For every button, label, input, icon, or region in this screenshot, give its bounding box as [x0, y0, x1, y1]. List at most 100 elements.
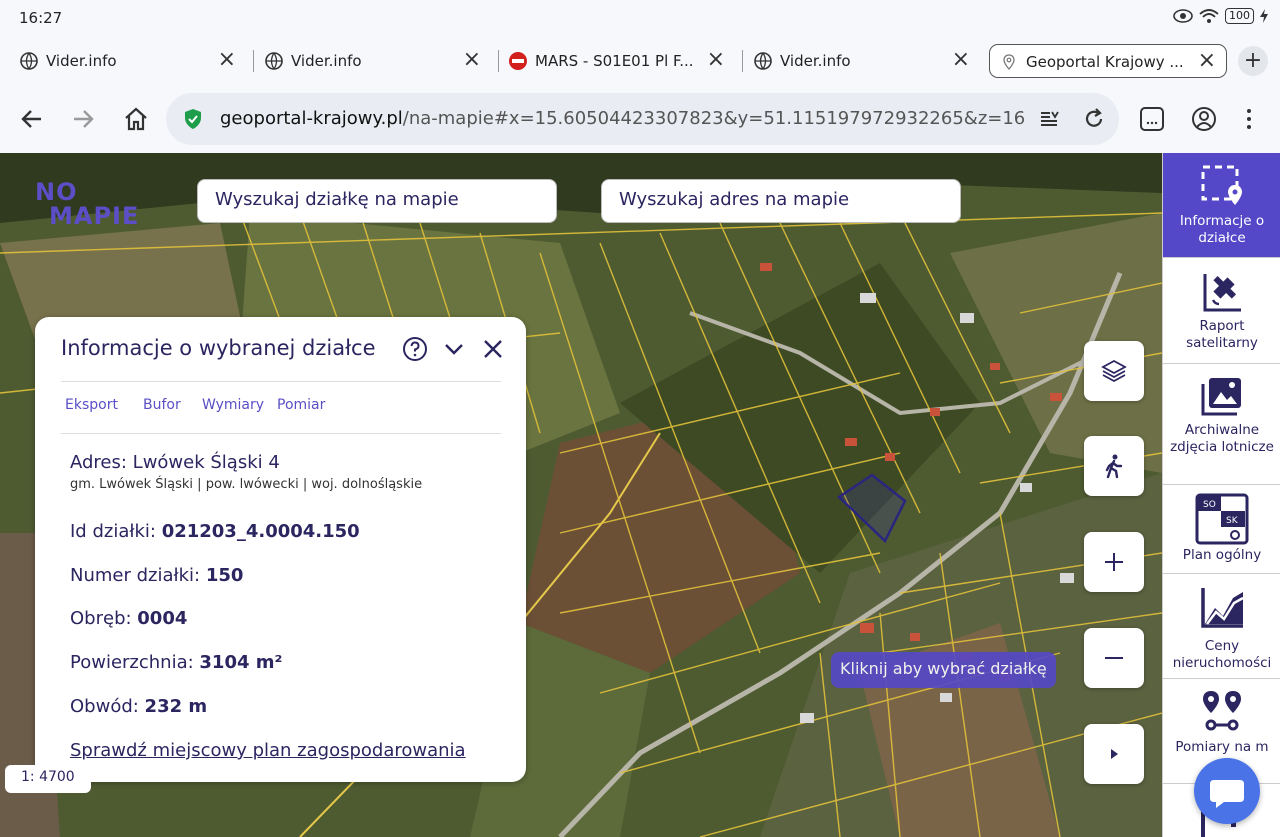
map-canvas[interactable]: NO MAPIE Wyszukaj działkę na mapie Wyszu… [0, 153, 1162, 837]
row-value: 0004 [137, 608, 188, 629]
tab-export[interactable]: Eksport [65, 397, 118, 413]
play-triangle-icon [1111, 749, 1118, 759]
tab-buffer[interactable]: Bufor [143, 397, 181, 413]
sidebar-item-aerial-photos[interactable]: Archiwalne zdjęcia lotnicze [1163, 364, 1280, 485]
status-bar: 16:27 100 [0, 0, 1280, 36]
system-icons: 100 [1173, 8, 1268, 24]
area-row: Powierzchnia: 3104 m² [70, 652, 282, 673]
close-icon[interactable]: × [218, 49, 236, 71]
sidebar-item-plot-info[interactable]: Informacje o działce [1163, 153, 1280, 258]
plot-address: Adres: Lwówek Śląski 4 [70, 452, 280, 473]
sidebar-item-label: Informacje o działce [1179, 213, 1265, 246]
plot-number-row: Numer działki: 150 [70, 565, 243, 586]
clock: 16:27 [19, 9, 63, 27]
back-icon[interactable] [17, 104, 47, 134]
measure-icon [1203, 691, 1241, 731]
row-value: 3104 m² [199, 652, 283, 673]
address-bar[interactable]: geoportal-krajowy.pl/na-mapie#x=15.60504… [166, 93, 1119, 145]
close-icon[interactable]: × [1198, 50, 1216, 72]
shield-icon[interactable] [183, 108, 203, 130]
row-label: Obwód: [70, 696, 145, 717]
zoom-in-button[interactable] [1084, 532, 1144, 592]
tab-title: Vider.info [46, 52, 117, 70]
layers-button[interactable] [1084, 341, 1144, 401]
globe-icon [265, 52, 283, 70]
menu-icon[interactable] [1236, 104, 1266, 134]
tab-title: MARS - S01E01 Pl F... [535, 52, 694, 70]
row-value: 232 m [144, 696, 208, 717]
charging-icon [1260, 9, 1268, 23]
home-icon[interactable] [121, 104, 151, 134]
plot-id-row: Id działki: 021203_4.0004.150 [70, 521, 360, 542]
close-icon[interactable]: × [463, 49, 481, 71]
browser-tab[interactable]: Vider.info × [10, 44, 246, 78]
help-icon[interactable] [402, 336, 428, 362]
plot-info-icon [1201, 165, 1242, 205]
sidebar-item-general-plan[interactable]: SO SK Plan ogólny [1163, 485, 1280, 574]
tab-dimensions[interactable]: Wymiary [202, 397, 264, 413]
sidebar-item-property-prices[interactable]: Ceny nieruchomości [1163, 574, 1280, 679]
chat-icon [1210, 780, 1244, 808]
precinct-row: Obręb: 0004 [70, 608, 187, 629]
new-tab-button[interactable]: + [1238, 46, 1268, 76]
browser-toolbar: geoportal-krajowy.pl/na-mapie#x=15.60504… [0, 86, 1280, 153]
row-label: Powierzchnia: [70, 652, 200, 673]
sidebar-item-label: Raport satelitarny [1186, 318, 1258, 351]
tab-title: Vider.info [291, 52, 362, 70]
url-text[interactable]: geoportal-krajowy.pl/na-mapie#x=15.60504… [220, 108, 1026, 129]
plot-search-input[interactable]: Wyszukaj działkę na mapie [197, 179, 557, 223]
logo[interactable]: NO MAPIE [35, 178, 140, 230]
walking-person-icon [1105, 454, 1123, 479]
photo-icon [1201, 378, 1241, 416]
plot-info-panel: Informacje o wybranej działce Eksport Bu… [35, 317, 526, 782]
address-search-input[interactable]: Wyszukaj adres na mapie [601, 179, 961, 223]
forward-icon[interactable] [68, 104, 98, 134]
divider [61, 433, 501, 434]
logo-no: NO [35, 178, 78, 206]
browser-tab[interactable]: Vider.info × [744, 44, 980, 78]
tab-switcher-icon[interactable] [1137, 104, 1167, 134]
tab-title: Vider.info [780, 52, 851, 70]
plan-icon: SO SK [1195, 493, 1249, 545]
cda-icon [509, 52, 527, 70]
select-plot-hint: Kliknij aby wybrać działkę [831, 652, 1056, 688]
map-scale: 1: 4700 [5, 765, 91, 793]
logo-mapie: MAPIE [49, 202, 140, 230]
row-label: Id działki: [70, 521, 162, 542]
tab-measure[interactable]: Pomiar [277, 397, 325, 413]
chevron-down-icon[interactable] [441, 336, 467, 362]
row-label: Obręb: [70, 608, 138, 629]
battery-indicator: 100 [1225, 8, 1254, 24]
tools-sidebar: Informacje o działce Raport satelitarny … [1162, 153, 1280, 837]
sidebar-item-satellite-report[interactable]: Raport satelitarny [1163, 258, 1280, 364]
location-icon [1003, 54, 1015, 70]
chart-icon [1201, 588, 1244, 628]
globe-icon [20, 52, 38, 70]
sidebar-item-label: Plan ogólny [1182, 547, 1262, 563]
street-view-button[interactable] [1084, 436, 1144, 496]
browser-tab[interactable]: MARS - S01E01 Pl F... × [499, 44, 735, 78]
close-icon[interactable]: × [952, 49, 970, 71]
local-plan-link[interactable]: Sprawdź miejscowy plan zagospodarowania [70, 740, 466, 761]
tab-title: Geoportal Krajowy ... [1026, 53, 1184, 71]
url-host: geoportal-krajowy.pl [220, 108, 403, 129]
divider [61, 381, 501, 382]
reload-icon[interactable] [1082, 107, 1106, 131]
reader-mode-icon[interactable] [1038, 108, 1060, 130]
browser-tab-active[interactable]: Geoportal Krajowy ... × [989, 44, 1227, 78]
eye-icon [1173, 9, 1193, 23]
sidebar-item-label: Ceny nieruchomości [1172, 638, 1272, 671]
minus-icon [1105, 657, 1123, 659]
account-icon[interactable] [1189, 104, 1219, 134]
expand-button[interactable] [1084, 724, 1144, 784]
row-label: Numer działki: [70, 565, 206, 586]
sidebar-item-label: Pomiary na m [1175, 739, 1269, 755]
tab-strip: Vider.info × Vider.info × MARS - S01E01 … [0, 36, 1280, 86]
chat-button[interactable] [1194, 758, 1260, 824]
svg-text:SK: SK [1226, 516, 1239, 526]
browser-tab[interactable]: Vider.info × [255, 44, 491, 78]
close-icon[interactable] [480, 336, 506, 362]
close-icon[interactable]: × [707, 49, 725, 71]
url-path: /na-mapie#x=15.60504423307823&y=51.11519… [402, 108, 1026, 129]
zoom-out-button[interactable] [1084, 628, 1144, 688]
